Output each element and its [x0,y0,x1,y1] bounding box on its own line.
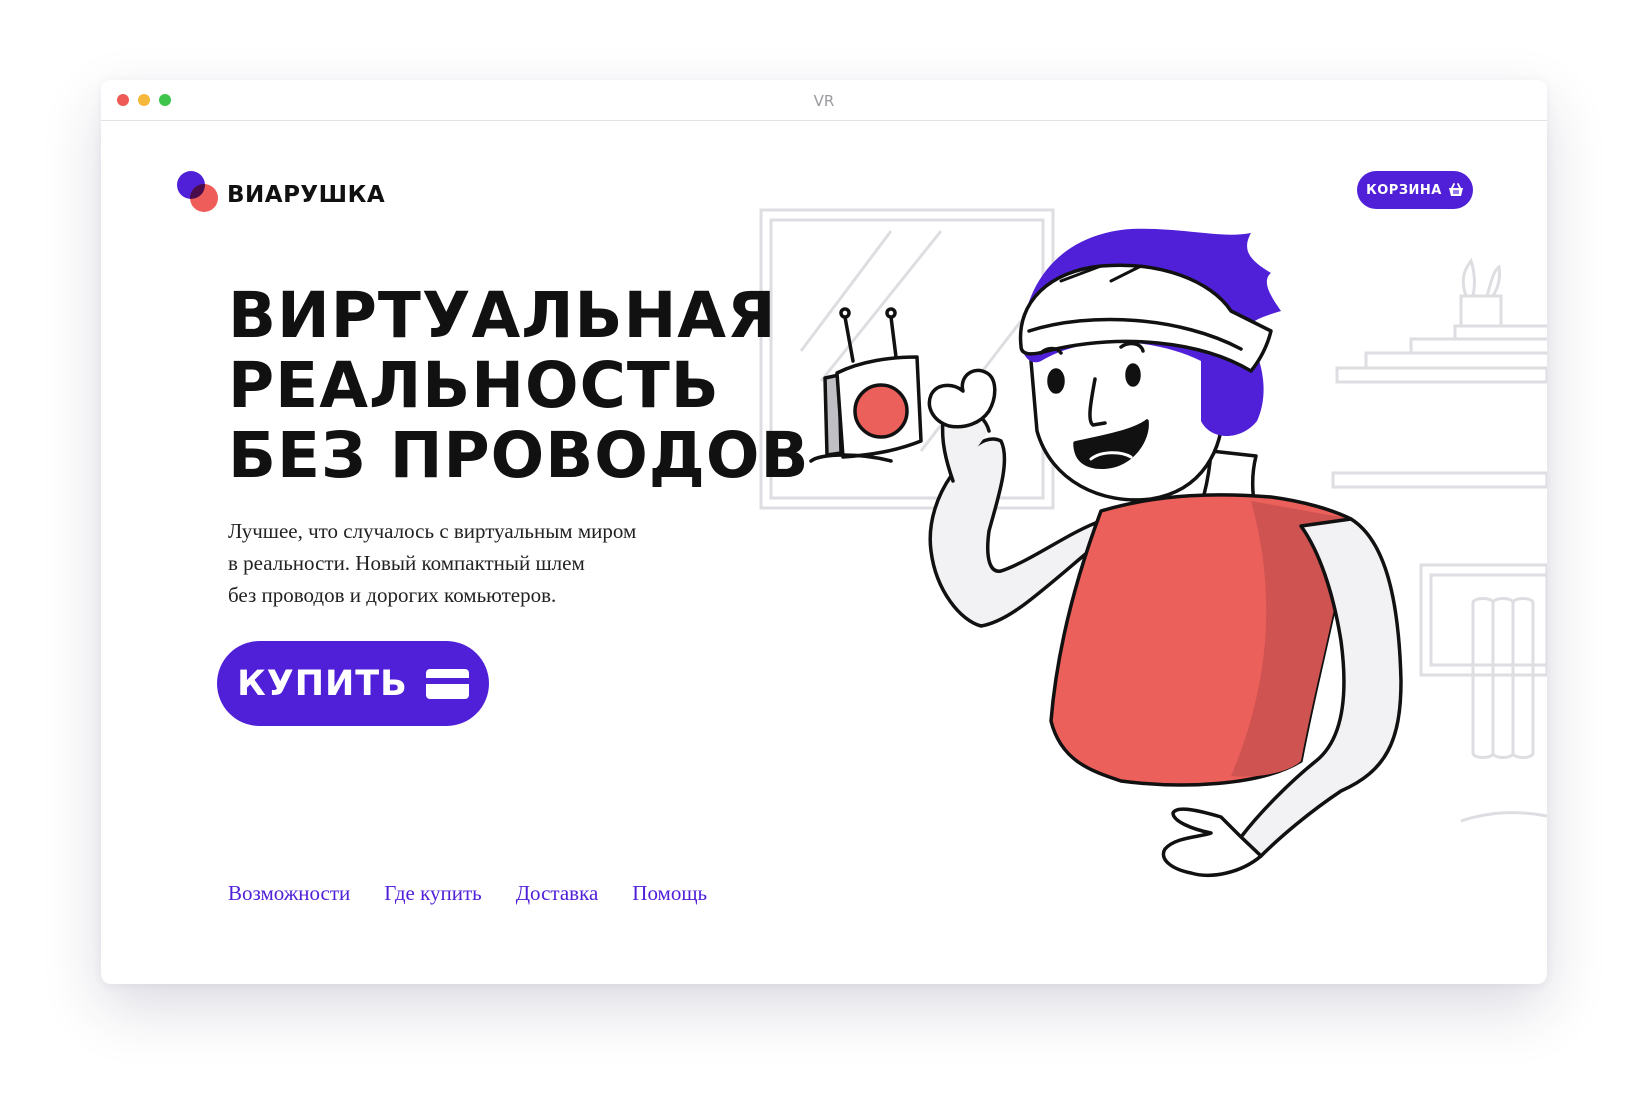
nav-link-where-to-buy[interactable]: Где купить [384,881,481,906]
nav-link-features[interactable]: Возможности [228,881,350,906]
logo-mark-coral-circle [190,184,218,212]
window-titlebar: VR [101,80,1547,121]
buy-button[interactable]: КУПИТЬ [217,641,489,726]
hero-title-line: БЕЗ ПРОВОДОВ [228,419,810,492]
cart-button-label: КОРЗИНА [1366,182,1442,198]
window-title: VR [813,92,835,110]
landing-page: ВИАРУШКА КОРЗИНА ВИРТУАЛЬНАЯ РЕАЛЬНОСТЬ … [101,121,1547,984]
hero-title-line: РЕАЛЬНОСТЬ [228,349,720,422]
hero-description-line: без проводов и дорогих комьютеров. [228,583,557,607]
footer-nav: Возможности Где купить Доставка Помощь [228,881,707,906]
logo-text: ВИАРУШКА [227,182,386,208]
hero-title-line: ВИРТУАЛЬНАЯ [228,279,777,352]
background-scene [759,208,1547,823]
picture-frame [1419,563,1547,677]
hero-description-line: в реальности. Новый компактный шлем [228,551,585,575]
hero-description-line: Лучшее, что случалось с виртуальным миро… [228,519,637,543]
person [809,228,1403,877]
nav-link-delivery[interactable]: Доставка [516,881,599,906]
basket-icon [1448,183,1464,197]
hero-description: Лучшее, что случалось с виртуальным миро… [228,515,748,611]
credit-card-icon [425,668,469,699]
nav-link-help[interactable]: Помощь [632,881,707,906]
browser-window: VR ВИАРУШКА КОРЗИНА ВИРТУАЛЬНАЯ РЕАЛЬНОС… [101,80,1547,984]
cart-button[interactable]: КОРЗИНА [1357,171,1473,209]
shelf-bottom [1331,471,1547,489]
shelf-top [1335,366,1547,384]
logo[interactable]: ВИАРУШКА [177,171,387,215]
buy-button-label: КУПИТЬ [237,663,408,704]
hero-title: ВИРТУАЛЬНАЯ РЕАЛЬНОСТЬ БЕЗ ПРОВОДОВ [228,281,868,491]
